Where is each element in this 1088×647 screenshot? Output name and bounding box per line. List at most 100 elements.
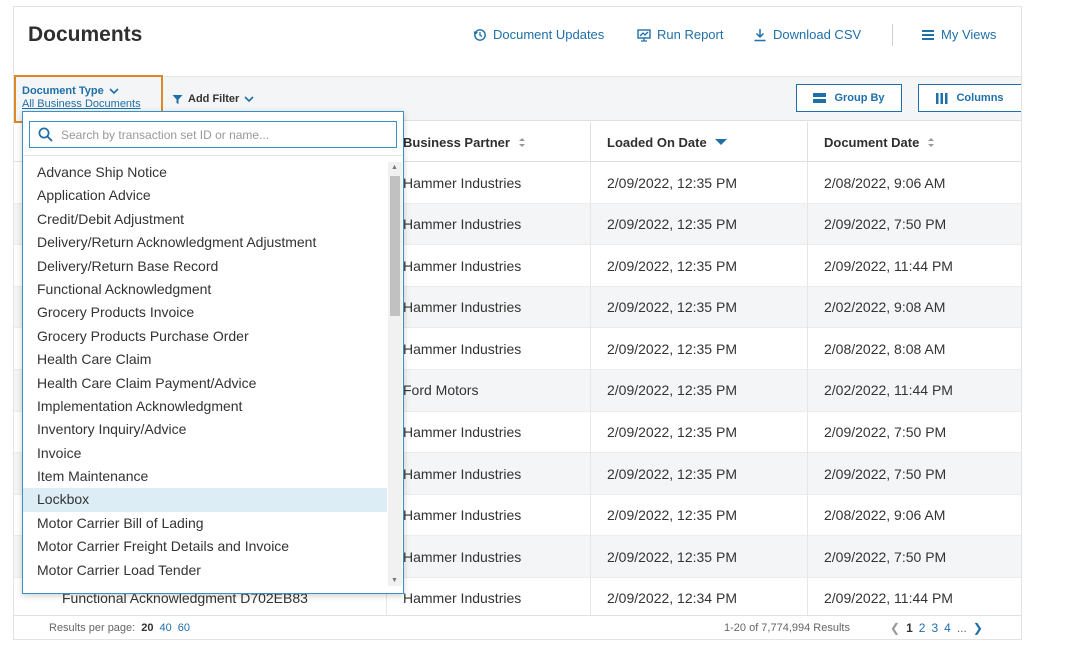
my-views-label: My Views xyxy=(941,27,997,42)
document-type-option[interactable]: Advance Ship Notice xyxy=(23,161,387,184)
document-type-option[interactable]: Delivery/Return Acknowledgment Adjustmen… xyxy=(23,231,387,254)
document-type-option[interactable]: Motor Carrier Load Tender xyxy=(23,559,387,582)
dropdown-scrollbar[interactable]: ▲ ▼ xyxy=(388,162,402,586)
loaded-on-date-cell: 2/09/2022, 12:35 PM xyxy=(590,203,807,245)
page-link[interactable]: 2 xyxy=(919,621,926,635)
document-type-option[interactable]: Grocery Products Invoice xyxy=(23,301,387,324)
group-icon xyxy=(813,92,827,103)
business-partner-cell: Hammer Industries xyxy=(386,411,590,453)
loaded-on-date-cell: 2/09/2022, 12:35 PM xyxy=(590,286,807,328)
document-date-cell: 2/08/2022, 9:06 AM xyxy=(807,494,1021,536)
page-title: Documents xyxy=(28,23,143,46)
scroll-down-icon[interactable]: ▼ xyxy=(391,577,398,584)
per-page-option[interactable]: 20 xyxy=(141,622,153,634)
document-type-option[interactable]: Motor Carrier Bill of Lading xyxy=(23,512,387,535)
sort-descending-icon xyxy=(714,139,727,145)
run-report-label: Run Report xyxy=(657,27,724,42)
download-csv-button[interactable]: Download CSV xyxy=(753,27,861,42)
my-views-button[interactable]: My Views xyxy=(921,27,996,42)
per-page-option[interactable]: 60 xyxy=(178,622,190,634)
document-updates-button[interactable]: Document Updates xyxy=(473,27,604,42)
group-by-button[interactable]: Group By xyxy=(796,84,902,112)
filter-icon xyxy=(172,94,183,104)
document-type-label: Document Type xyxy=(22,85,104,97)
document-date-cell: 2/02/2022, 9:08 AM xyxy=(807,286,1021,328)
document-type-option[interactable]: Functional Acknowledgment xyxy=(23,278,387,301)
business-partner-cell: Hammer Industries xyxy=(386,328,590,370)
column-header-document-date[interactable]: Document Date xyxy=(807,122,1021,162)
document-date-cell: 2/08/2022, 9:06 AM xyxy=(807,162,1021,203)
business-partner-cell: Ford Motors xyxy=(386,369,590,411)
document-type-list: Advance Ship Notice Application Advice Cre… xyxy=(23,161,387,582)
business-partner-cell: Hammer Industries xyxy=(386,494,590,536)
loaded-on-date-cell: 2/09/2022, 12:35 PM xyxy=(590,328,807,370)
document-type-option[interactable]: Implementation Acknowledgment xyxy=(23,395,387,418)
search-icon xyxy=(38,127,53,142)
download-icon xyxy=(754,28,766,41)
group-by-label: Group By xyxy=(834,92,885,104)
scroll-up-icon[interactable]: ▲ xyxy=(391,164,398,171)
dropdown-divider xyxy=(23,155,403,156)
document-type-search-input[interactable] xyxy=(61,127,381,142)
document-type-option[interactable]: Motor Carrier Freight Details and Invoic… xyxy=(23,535,387,558)
columns-icon xyxy=(936,92,948,104)
add-filter-button[interactable]: Add Filter xyxy=(172,93,254,105)
page-link[interactable]: 3 xyxy=(931,621,938,635)
chevron-down-icon xyxy=(109,87,119,94)
sort-icon xyxy=(928,137,935,147)
document-type-option[interactable]: Delivery/Return Base Record xyxy=(23,255,387,278)
prev-page-icon[interactable]: ❮ xyxy=(890,621,900,635)
pagination: ❮ 1 2 3 4 ... ❯ xyxy=(890,621,983,635)
document-type-option[interactable]: Credit/Debit Adjustment xyxy=(23,208,387,231)
chevron-down-icon xyxy=(244,95,254,102)
scrollbar-thumb[interactable] xyxy=(390,176,400,316)
document-type-option[interactable]: Lockbox xyxy=(23,488,387,512)
document-date-cell: 2/09/2022, 7:50 PM xyxy=(807,411,1021,453)
run-report-button[interactable]: Run Report xyxy=(637,27,723,42)
business-partner-cell: Hammer Industries xyxy=(386,286,590,328)
column-header-label: Document Date xyxy=(824,134,920,150)
document-type-option[interactable]: Item Maintenance xyxy=(23,465,387,488)
document-date-cell: 2/09/2022, 7:50 PM xyxy=(807,453,1021,495)
loaded-on-date-cell: 2/09/2022, 12:35 PM xyxy=(590,411,807,453)
table-footer: Results per page: 20 40 60 1-20 of 7,774… xyxy=(14,615,1021,639)
loaded-on-date-cell: 2/09/2022, 12:34 PM xyxy=(590,577,807,619)
document-date-cell: 2/09/2022, 11:44 PM xyxy=(807,245,1021,287)
document-date-cell: 2/09/2022, 7:50 PM xyxy=(807,536,1021,578)
document-type-option[interactable]: Health Care Claim xyxy=(23,348,387,371)
add-filter-label: Add Filter xyxy=(188,93,240,105)
column-header-label: Loaded On Date xyxy=(607,134,707,150)
loaded-on-date-cell: 2/09/2022, 12:35 PM xyxy=(590,245,807,287)
download-csv-label: Download CSV xyxy=(773,27,862,42)
document-updates-label: Document Updates xyxy=(493,27,605,42)
loaded-on-date-cell: 2/09/2022, 12:35 PM xyxy=(590,453,807,495)
history-icon xyxy=(473,28,486,41)
business-partner-cell: Hammer Industries xyxy=(386,536,590,578)
column-header-business-partner[interactable]: Business Partner xyxy=(386,122,590,162)
results-count: 1-20 of 7,774,994 Results xyxy=(724,622,850,634)
business-partner-cell: Hammer Industries xyxy=(386,162,590,203)
document-type-option[interactable]: Inventory Inquiry/Advice xyxy=(23,418,387,441)
business-partner-cell: Hammer Industries xyxy=(386,203,590,245)
pagination-ellipsis: ... xyxy=(956,621,967,635)
sort-icon xyxy=(518,137,525,147)
document-date-cell: 2/09/2022, 7:50 PM xyxy=(807,203,1021,245)
page-link[interactable]: 4 xyxy=(944,621,951,635)
results-per-page: Results per page: 20 40 60 xyxy=(49,622,190,634)
column-header-loaded-on-date[interactable]: Loaded On Date xyxy=(590,122,807,162)
header-divider xyxy=(892,24,893,46)
page-link[interactable]: 1 xyxy=(906,621,913,635)
columns-label: Columns xyxy=(956,92,1004,104)
document-type-option[interactable]: Invoice xyxy=(23,442,387,465)
next-page-icon[interactable]: ❯ xyxy=(973,621,983,635)
document-type-option[interactable]: Health Care Claim Payment/Advice xyxy=(23,372,387,395)
columns-button[interactable]: Columns xyxy=(918,84,1021,112)
business-partner-cell: Hammer Industries xyxy=(386,245,590,287)
per-page-option[interactable]: 40 xyxy=(159,622,171,634)
document-type-option[interactable]: Application Advice xyxy=(23,184,387,207)
menu-icon xyxy=(922,29,934,40)
business-partner-cell: Hammer Industries xyxy=(386,453,590,495)
document-type-dropdown: Advance Ship NoticeApplication AdviceCre… xyxy=(22,111,404,594)
document-type-option[interactable]: Grocery Products Purchase Order xyxy=(23,325,387,348)
loaded-on-date-cell: 2/09/2022, 12:35 PM xyxy=(590,536,807,578)
